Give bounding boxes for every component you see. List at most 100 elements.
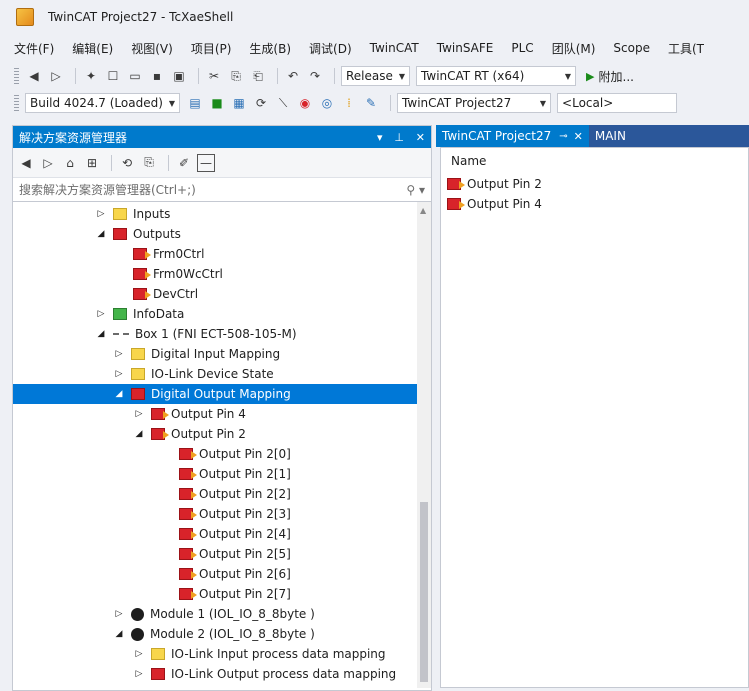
tree-item-digital-output-mapping[interactable]: ◢ Digital Output Mapping [13,384,417,404]
menu-view[interactable]: 视图(V) [131,40,173,57]
tree-item-outputs[interactable]: ◢ Outputs [13,224,417,244]
tab-twincat-project27[interactable]: TwinCAT Project27 ⊸ ✕ [436,125,589,147]
toggle-free-run-icon[interactable]: ◎ [318,94,336,112]
list-item[interactable]: Output Pin 4 [441,194,748,214]
collapse-icon[interactable]: ◢ [95,329,107,339]
tree-item-frm0wcctrl[interactable]: Frm0WcCtrl [13,264,417,284]
menu-team[interactable]: 团队(M) [552,40,596,57]
tree-item-output-pin-2-4[interactable]: Output Pin 2[4] [13,524,417,544]
list-item[interactable]: Output Pin 2 [441,174,748,194]
save-all-icon[interactable]: ▣ [170,67,188,85]
tree-item-frm0ctrl[interactable]: Frm0Ctrl [13,244,417,264]
tree-item-infodata[interactable]: ▷ InfoData [13,304,417,324]
configuration-select[interactable]: Release ▼ [341,66,411,86]
new-project-icon[interactable]: ✦ [82,67,100,85]
redo-icon[interactable]: ↷ [306,67,324,85]
menu-tools[interactable]: 工具(T [668,40,704,57]
switch-view-icon[interactable]: ⊞ [83,154,101,172]
menu-twincat[interactable]: TwinCAT [370,41,419,55]
toolbar-grip[interactable] [14,95,19,111]
solution-search-box[interactable]: 搜索解决方案资源管理器(Ctrl+;) ⚲ ▾ [13,178,431,202]
collapse-icon[interactable]: ◢ [95,229,107,239]
tree-item-box1[interactable]: ◢ Box 1 (FNI ECT-508-105-M) [13,324,417,344]
toolbar-grip[interactable] [14,68,19,84]
properties-icon[interactable]: ✐ [175,154,193,172]
expand-icon[interactable]: ▷ [113,609,125,619]
forward-icon[interactable]: ▷ [47,67,65,85]
tree-scrollbar[interactable]: ▲ [417,202,431,688]
collapse-icon[interactable]: ◢ [113,629,125,639]
search-icon[interactable]: ⚲ ▾ [406,183,425,197]
save-icon[interactable]: ▪ [148,67,166,85]
close-icon[interactable]: ✕ [416,131,425,144]
menu-debug[interactable]: 调试(D) [309,40,352,57]
collapse-icon[interactable]: ◢ [133,429,145,439]
paste-icon[interactable]: ⎗ [249,67,267,85]
close-icon[interactable]: ✕ [574,130,583,143]
collapse-icon[interactable]: ◢ [113,389,125,399]
tree-item-output-pin-2-1[interactable]: Output Pin 2[1] [13,464,417,484]
undo-icon[interactable]: ↶ [284,67,302,85]
tree-item-module-2[interactable]: ◢ Module 2 (IOL_IO_8_8byte ) [13,624,417,644]
attach-button[interactable]: ▶ 附加... [586,68,634,85]
expand-icon[interactable]: ▷ [113,369,125,379]
config-mode-icon[interactable]: ▦ [230,94,248,112]
pin-icon[interactable]: ⊸ [559,131,567,142]
restart-icon[interactable]: ■ [208,94,226,112]
tree-item-devctrl[interactable]: DevCtrl [13,284,417,304]
menu-build[interactable]: 生成(B) [249,40,291,57]
tree-item-output-pin-2-6[interactable]: Output Pin 2[6] [13,564,417,584]
expand-icon[interactable]: ▷ [133,649,145,659]
back-icon[interactable]: ◀ [17,154,35,172]
forward-icon[interactable]: ▷ [39,154,57,172]
expand-icon[interactable]: ▷ [95,309,107,319]
tree-item-iolink-input-mapping[interactable]: ▷ IO-Link Input process data mapping [13,644,417,664]
tree-item-output-pin-2[interactable]: ◢ Output Pin 2 [13,424,417,444]
tree-item-output-pin-2-7[interactable]: Output Pin 2[7] [13,584,417,604]
target-select[interactable]: <Local> [557,93,678,113]
back-icon[interactable]: ◀ [25,67,43,85]
build-select[interactable]: Build 4024.7 (Loaded) ▼ [25,93,181,113]
expand-icon[interactable]: ▷ [133,409,145,419]
open-icon[interactable]: ▭ [126,67,144,85]
tree-item-output-pin-2-2[interactable]: Output Pin 2[2] [13,484,417,504]
project-select[interactable]: TwinCAT Project27 ▼ [397,93,552,113]
expand-icon[interactable]: ▷ [133,669,145,679]
home-icon[interactable]: ⌂ [61,154,79,172]
copy-icon[interactable]: ⎘ [227,67,245,85]
activate-config-icon[interactable]: ▤ [186,94,204,112]
menu-plc[interactable]: PLC [511,41,533,55]
tree-item-inputs[interactable]: ▷ Inputs [13,204,417,224]
reload-icon[interactable]: ⟳ [252,94,270,112]
tree-item-output-pin-2-5[interactable]: Output Pin 2[5] [13,544,417,564]
tab-main[interactable]: MAIN [589,125,632,147]
menu-edit[interactable]: 编辑(E) [72,40,113,57]
new-file-icon[interactable]: ☐ [104,67,122,85]
tree-item-output-pin-4[interactable]: ▷ Output Pin 4 [13,404,417,424]
dropdown-icon[interactable]: ▾ [377,131,383,144]
menu-twinsafe[interactable]: TwinSAFE [437,41,494,55]
collapse-icon[interactable]: — [197,153,215,172]
menu-project[interactable]: 项目(P) [191,40,232,57]
scan-icon[interactable]: ⟍ [274,94,292,112]
show-subitems-icon[interactable]: ⁞ [340,94,358,112]
pin-icon[interactable]: ⊥ [394,131,404,144]
sync-icon[interactable]: ⎘ [140,154,158,172]
tree-item-iolink-output-mapping[interactable]: ▷ IO-Link Output process data mapping [13,664,417,684]
tree-item-output-pin-2-0[interactable]: Output Pin 2[0] [13,444,417,464]
tree-item-digital-input-mapping[interactable]: ▷ Digital Input Mapping [13,344,417,364]
expand-icon[interactable]: ▷ [113,349,125,359]
scroll-up-icon[interactable]: ▲ [420,206,426,215]
history-icon[interactable]: ⟲ [118,154,136,172]
route-icon[interactable]: ✎ [362,94,380,112]
cut-icon[interactable]: ✂ [205,67,223,85]
scrollbar-thumb[interactable] [420,502,428,682]
tree-item-module-1[interactable]: ▷ Module 1 (IOL_IO_8_8byte ) [13,604,417,624]
tree-item-iolink-device-state[interactable]: ▷ IO-Link Device State [13,364,417,384]
menu-file[interactable]: 文件(F) [14,40,54,57]
menu-scope[interactable]: Scope [613,41,650,55]
tree-item-output-pin-2-3[interactable]: Output Pin 2[3] [13,504,417,524]
expand-icon[interactable]: ▷ [95,209,107,219]
target-icon[interactable]: ◉ [296,94,314,112]
platform-select[interactable]: TwinCAT RT (x64) ▼ [416,66,577,86]
